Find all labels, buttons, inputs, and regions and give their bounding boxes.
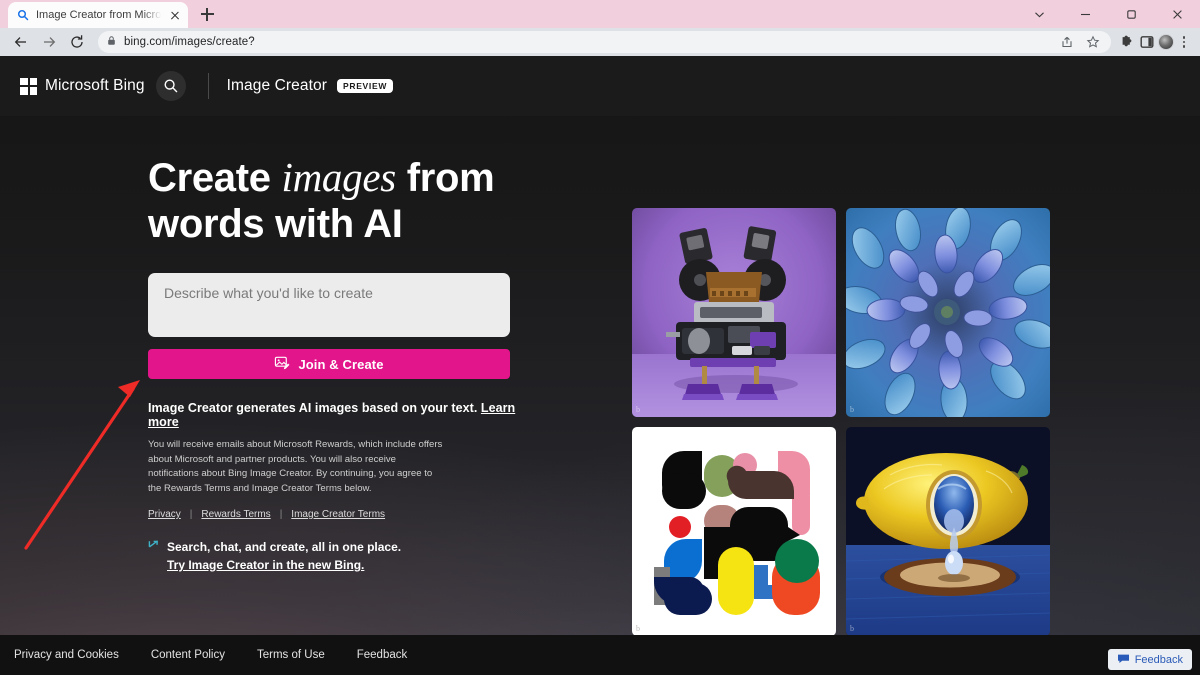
avatar [1157,34,1174,50]
status-badge: PREVIEW [336,79,394,93]
sample-image-abstract[interactable]: b [632,427,836,636]
legal-links: Privacy | Rewards Terms | Image Creator … [148,509,520,520]
sample-image-robot[interactable]: b [632,208,836,417]
promo-line1: Search, chat, and create, all in one pla… [167,540,402,554]
hero-heading: Create images from words with AI [148,154,520,247]
microsoft-squares-icon [20,77,37,95]
tab-search-chevron-icon[interactable] [1016,0,1062,28]
page-content: Microsoft Bing Image Creator PREVIEW Cre… [0,56,1200,675]
microsoft-bing-wordmark: Microsoft Bing [45,77,145,94]
hero-line1-b: from [395,156,495,200]
promo-text: Search, chat, and create, all in one pla… [167,538,401,574]
image-watermark: b [850,624,854,633]
hero-line1-italic: images [281,154,397,200]
minimize-icon[interactable] [1062,0,1108,28]
join-create-button[interactable]: Join & Create [148,349,510,379]
bing-chat-icon [148,540,160,558]
chrome-menu-icon[interactable] [1176,35,1192,49]
join-create-label: Join & Create [298,356,384,372]
side-panel-icon[interactable] [1138,34,1155,51]
footer-link-feedback[interactable]: Feedback [357,649,408,661]
footer-link-terms-of-use[interactable]: Terms of Use [257,649,325,661]
hero-line1-a: Create [148,156,282,200]
site-footer: Privacy and Cookies Content Policy Terms… [0,635,1200,675]
bing-search-icon [17,9,29,21]
page-title: Image Creator [226,77,327,94]
microsoft-bing-logo[interactable]: Microsoft Bing [20,77,145,95]
lock-icon [106,33,117,51]
close-window-icon[interactable] [1154,0,1200,28]
back-arrow-icon[interactable] [8,29,34,55]
try-image-creator-link[interactable]: Try Image Creator in the new Bing. [167,556,364,574]
feedback-button-label: Feedback [1134,653,1183,666]
browser-tab[interactable]: Image Creator from Microsoft Bi [8,2,188,28]
image-creator-terms-link[interactable]: Image Creator Terms [291,509,385,520]
legal-separator: | [189,509,193,520]
feedback-button[interactable]: Feedback [1107,649,1192,670]
site-header: Microsoft Bing Image Creator PREVIEW [0,56,1200,116]
tab-strip: Image Creator from Microsoft Bi [0,0,1200,28]
forward-arrow-icon[interactable] [36,29,62,55]
disclaimer-body: You will receive emails about Microsoft … [148,439,443,494]
browser-window: Image Creator from Microsoft Bi [0,0,1200,675]
search-icon[interactable] [155,71,186,101]
image-edit-icon [274,355,290,374]
footer-link-content-policy[interactable]: Content Policy [151,649,225,661]
speech-bubble-icon [1117,653,1130,667]
hero-line2: words with AI [148,202,403,246]
promo-block: Search, chat, and create, all in one pla… [148,538,520,574]
star-icon[interactable] [1084,34,1101,51]
extensions-puzzle-icon[interactable] [1119,34,1136,51]
legal-separator: | [279,509,283,520]
disclaimer-headline-text: Image Creator generates AI images based … [148,401,481,415]
image-watermark: b [636,405,640,414]
rewards-terms-link[interactable]: Rewards Terms [201,509,270,520]
hero-column: Create images from words with AI Describ… [0,154,520,574]
footer-link-privacy-and-cookies[interactable]: Privacy and Cookies [14,649,119,661]
prompt-placeholder: Describe what you'd like to create [164,285,373,301]
sample-image-flower[interactable]: b [846,208,1050,417]
image-watermark: b [636,624,640,633]
url-text: bing.com/images/create? [124,36,255,48]
sample-image-lemon[interactable]: b [846,427,1050,636]
prompt-input[interactable]: Describe what you'd like to create [148,273,510,337]
new-tab-icon[interactable] [194,1,220,27]
browser-toolbar: bing.com/images/create? [0,28,1200,56]
profile-avatar[interactable] [1157,34,1174,51]
tab-title: Image Creator from Microsoft Bi [36,9,161,21]
header-divider [207,73,209,99]
image-watermark: b [850,405,854,414]
maximize-icon[interactable] [1108,0,1154,28]
window-controls [1016,0,1200,28]
disclaimer-headline: Image Creator generates AI images based … [148,401,520,429]
sample-image-grid: b b b b [632,208,1050,636]
reload-icon[interactable] [64,29,90,55]
privacy-link[interactable]: Privacy [148,509,181,520]
address-bar[interactable]: bing.com/images/create? [98,31,1111,53]
close-icon[interactable] [168,8,182,22]
share-icon[interactable] [1058,34,1075,51]
